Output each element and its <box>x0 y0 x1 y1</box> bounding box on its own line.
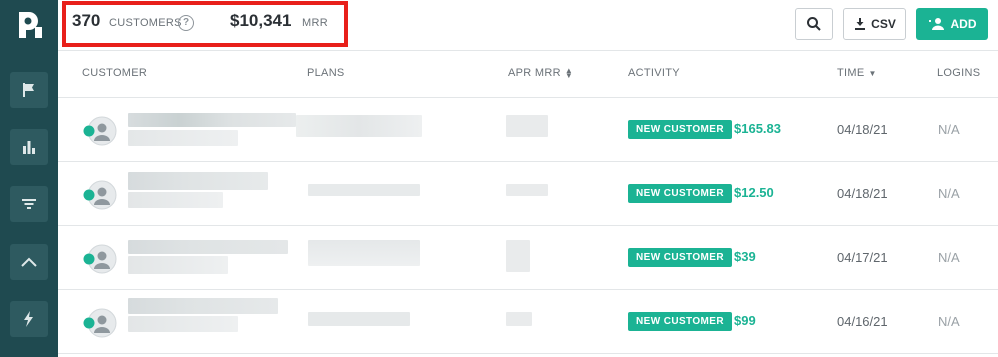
sidebar-item-flag[interactable] <box>10 72 48 108</box>
customer-avatar-icon <box>83 180 117 210</box>
redacted-customer-detail <box>128 130 238 146</box>
activity-amount: $39 <box>734 249 756 264</box>
redacted-mrr <box>506 184 548 196</box>
activity-time: 04/18/21 <box>837 122 888 137</box>
redacted-customer-name <box>128 172 268 190</box>
redacted-customer-name <box>128 298 278 314</box>
customer-avatar-icon <box>83 308 117 338</box>
sidebar-item-lightning[interactable] <box>10 301 48 337</box>
download-icon <box>855 18 866 30</box>
activity-amount: $12.50 <box>734 185 774 200</box>
help-icon[interactable]: ? <box>178 15 194 31</box>
export-csv-button[interactable]: CSV <box>843 8 906 40</box>
column-header-plans[interactable]: PLANS <box>307 67 345 79</box>
redacted-customer-detail <box>128 192 223 208</box>
mrr-value: $10,341 <box>230 11 292 30</box>
redacted-plan <box>308 312 410 326</box>
redacted-customer-name <box>128 240 288 254</box>
column-header-time-label: TIME <box>837 67 865 79</box>
activity-time: 04/17/21 <box>837 250 888 265</box>
redacted-mrr <box>506 312 532 326</box>
activity-badge: NEW CUSTOMER <box>628 120 732 139</box>
column-header-mrr-label: APR MRR <box>508 67 561 79</box>
mrr-label: MRR <box>302 17 328 29</box>
redacted-plan <box>308 240 420 266</box>
sort-arrows-icon: ▲ ▼ <box>564 66 574 81</box>
csv-label: CSV <box>871 17 896 31</box>
add-customer-button[interactable]: ADD <box>916 8 988 40</box>
logins-value: N/A <box>938 314 960 329</box>
customer-count: 370 <box>72 11 101 30</box>
sidebar-item-charts[interactable] <box>10 129 48 165</box>
lightning-icon <box>24 311 33 327</box>
sidebar-item-filter[interactable] <box>10 186 48 222</box>
redacted-plan <box>308 184 420 196</box>
flag-icon <box>23 83 34 97</box>
activity-badge: NEW CUSTOMER <box>628 312 732 331</box>
table-row[interactable]: NEW CUSTOMER $12.50 04/18/21 N/A <box>58 162 998 226</box>
sidebar-item-trends[interactable] <box>10 244 48 280</box>
column-header-activity[interactable]: ACTIVITY <box>628 67 680 79</box>
sidebar <box>0 0 58 357</box>
activity-amount: $99 <box>734 313 756 328</box>
sort-desc-icon: ▼ <box>868 69 877 78</box>
table-row[interactable]: NEW CUSTOMER $165.83 04/18/21 N/A <box>58 98 998 162</box>
app-logo-icon[interactable] <box>13 9 45 41</box>
search-icon <box>807 17 821 31</box>
add-user-icon <box>928 18 944 30</box>
bar-chart-icon <box>23 141 35 154</box>
activity-badge: NEW CUSTOMER <box>628 184 732 203</box>
redacted-customer-detail <box>128 316 238 332</box>
redacted-customer-name <box>128 113 296 127</box>
customer-count-label: CUSTOMERS <box>109 17 182 29</box>
customer-avatar-icon <box>83 116 117 146</box>
redacted-plan <box>296 115 422 137</box>
activity-time: 04/16/21 <box>837 314 888 329</box>
activity-badge: NEW CUSTOMER <box>628 248 732 267</box>
table-row[interactable]: NEW CUSTOMER $99 04/16/21 N/A <box>58 290 998 354</box>
table-row[interactable]: NEW CUSTOMER $39 04/17/21 N/A <box>58 226 998 290</box>
activity-time: 04/18/21 <box>837 186 888 201</box>
column-header-customer[interactable]: CUSTOMER <box>82 67 147 79</box>
logins-value: N/A <box>938 186 960 201</box>
trend-icon <box>21 257 37 267</box>
logins-value: N/A <box>938 250 960 265</box>
column-header-time[interactable]: TIME ▼ <box>837 67 877 79</box>
redacted-mrr <box>506 240 530 272</box>
logins-value: N/A <box>938 122 960 137</box>
redacted-customer-detail <box>128 256 228 274</box>
filter-icon <box>22 199 36 209</box>
top-header: 370 CUSTOMERS ? $10,341 MRR CSV ADD <box>58 0 998 51</box>
column-header-mrr[interactable]: APR MRR ▲ ▼ <box>508 66 574 81</box>
activity-amount: $165.83 <box>734 121 781 136</box>
search-button[interactable] <box>795 8 833 40</box>
customer-avatar-icon <box>83 244 117 274</box>
redacted-mrr <box>506 115 548 137</box>
add-label: ADD <box>950 17 977 31</box>
column-header-logins[interactable]: LOGINS <box>937 67 980 79</box>
